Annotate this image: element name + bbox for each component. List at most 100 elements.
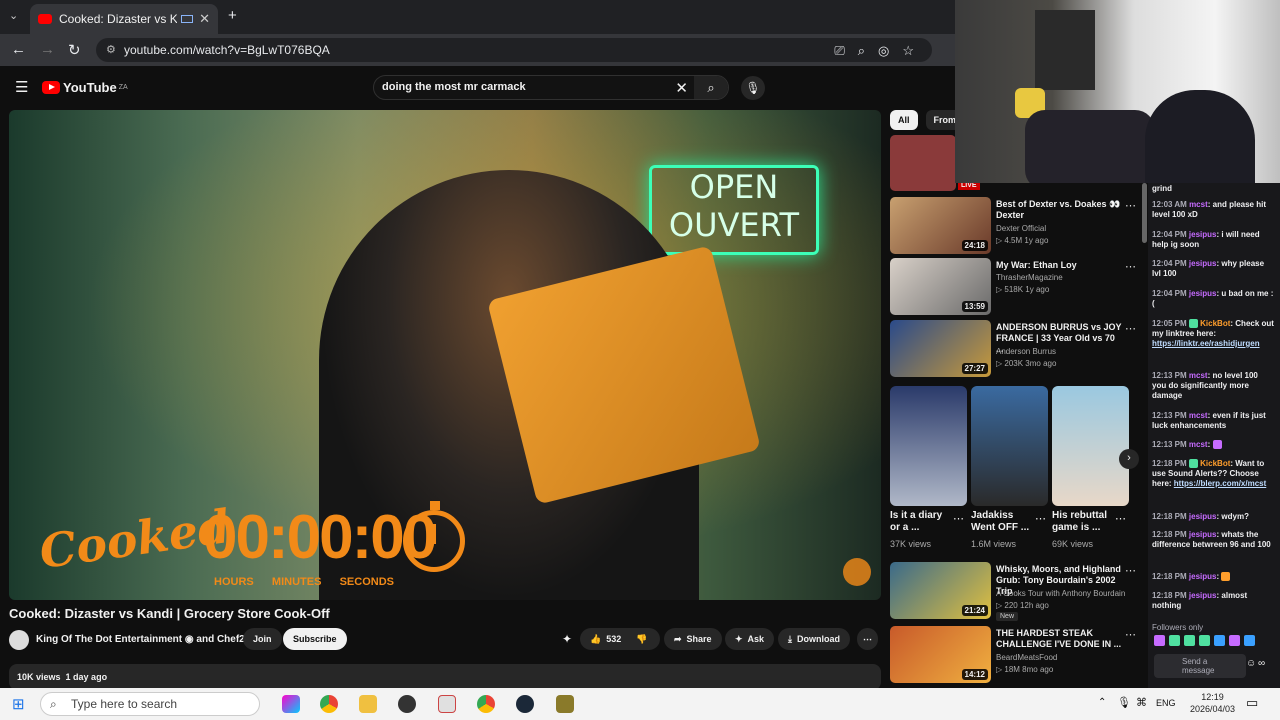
more-icon[interactable]: ⋯ bbox=[1125, 260, 1136, 273]
copilot-icon[interactable] bbox=[282, 695, 300, 713]
short-views: 1.6M views bbox=[971, 539, 1017, 549]
channel-watermark-icon[interactable] bbox=[843, 558, 871, 586]
tab-close-icon[interactable]: ✕ bbox=[199, 11, 210, 27]
live-thumbnail[interactable] bbox=[890, 135, 956, 191]
steam-icon[interactable] bbox=[516, 695, 534, 713]
msg-user[interactable]: jesipus bbox=[1189, 530, 1217, 539]
language-indicator[interactable]: ENG bbox=[1156, 698, 1176, 708]
msg-user[interactable]: jesipus bbox=[1189, 512, 1217, 521]
channel-name[interactable]: King Of The Dot Entertainment ◉ and Chef… bbox=[36, 634, 250, 645]
more-actions-button[interactable]: ⋯ bbox=[857, 628, 878, 650]
msg-ts: 12:18 PM bbox=[1152, 591, 1187, 600]
recommendation-item[interactable]: 24:18 Best of Dexter vs. Doakes 👀 Dexter… bbox=[890, 197, 1146, 255]
msg-user[interactable]: KickBot bbox=[1200, 319, 1230, 328]
reload-icon[interactable]: ↻ bbox=[68, 41, 81, 59]
msg-user[interactable]: KickBot bbox=[1200, 459, 1230, 468]
video-player[interactable]: OPEN OUVERT Cooked 00:00:00 HOURS MINUTE… bbox=[9, 110, 881, 600]
more-icon[interactable]: ⋯ bbox=[1125, 628, 1136, 641]
recommendation-item[interactable]: 27:27 ANDERSON BURRUS vs JOY FRANCE | 33… bbox=[890, 320, 1146, 378]
back-icon[interactable]: ← bbox=[11, 41, 26, 58]
short-title[interactable]: Jadakiss Went OFF ... bbox=[971, 510, 1031, 534]
short-thumbnail[interactable] bbox=[1052, 386, 1129, 506]
more-icon[interactable]: ⋯ bbox=[1125, 322, 1136, 335]
recommendation-item[interactable]: 21:24 Whisky, Moors, and Highland Grub: … bbox=[890, 562, 1146, 620]
forward-icon[interactable]: → bbox=[40, 41, 55, 58]
msg-user[interactable]: jesipus bbox=[1189, 289, 1217, 298]
short-thumbnail[interactable] bbox=[890, 386, 967, 506]
game-icon[interactable] bbox=[556, 695, 574, 713]
more-icon[interactable]: ⋯ bbox=[1035, 512, 1046, 525]
msg-user[interactable]: mcst bbox=[1189, 411, 1208, 420]
network-icon[interactable]: ⌘ bbox=[1136, 696, 1147, 709]
emote-icon[interactable] bbox=[1214, 635, 1225, 646]
windows-start-icon[interactable]: ⊞ bbox=[12, 695, 25, 713]
join-button[interactable]: Join bbox=[243, 628, 282, 650]
search-input[interactable]: doing the most mr carmack ✕ ⌕ bbox=[373, 75, 729, 100]
dislike-icon[interactable]: 👎 bbox=[636, 634, 647, 645]
chrome-icon[interactable] bbox=[320, 695, 338, 713]
chip-all[interactable]: All bbox=[890, 110, 918, 130]
mic-tray-icon[interactable]: 🎙 bbox=[1117, 696, 1131, 709]
short-thumbnail[interactable] bbox=[971, 386, 1048, 506]
msg-user[interactable]: jesipus bbox=[1189, 259, 1217, 268]
snipping-tool-icon[interactable] bbox=[438, 695, 456, 713]
msg-user[interactable]: jesipus bbox=[1189, 572, 1217, 581]
recommendation-item[interactable]: 13:59 My War: Ethan Loy ThrasherMagazine… bbox=[890, 258, 1146, 316]
short-title[interactable]: His rebuttal game is ... bbox=[1052, 510, 1112, 534]
chrome-active-icon[interactable] bbox=[477, 695, 495, 713]
browser-tab-active[interactable]: Cooked: Dizaster vs Kandi | C ✕ bbox=[30, 4, 218, 34]
system-clock[interactable]: 12:19 2026/04/03 bbox=[1190, 691, 1235, 715]
shorts-next-icon[interactable]: › bbox=[1119, 449, 1139, 469]
tray-chevron-icon[interactable]: ⌃ bbox=[1098, 697, 1106, 708]
chat-message-input[interactable]: Send a message bbox=[1154, 654, 1246, 678]
bookmark-star-icon[interactable]: ☆ bbox=[902, 43, 914, 59]
sidebar-scrollbar[interactable] bbox=[1142, 183, 1147, 243]
msg-user[interactable]: jesipus bbox=[1189, 230, 1217, 239]
install-icon[interactable]: ⎚ bbox=[834, 43, 844, 59]
download-button[interactable]: ⤓ Download bbox=[778, 628, 850, 650]
msg-user[interactable]: mcst bbox=[1189, 200, 1208, 209]
file-explorer-icon[interactable] bbox=[359, 695, 377, 713]
ask-button[interactable]: ✦ Ask bbox=[725, 628, 775, 650]
msg-link[interactable]: https://linktr.ee/rashidjurgen bbox=[1152, 339, 1260, 348]
emote-icon[interactable] bbox=[1184, 635, 1195, 646]
notification-icon[interactable]: ▭ bbox=[1246, 695, 1258, 711]
channel-avatar[interactable] bbox=[9, 630, 29, 650]
site-info-icon[interactable]: ⚙ bbox=[106, 43, 116, 56]
like-icon[interactable]: 👍 bbox=[590, 634, 601, 645]
ask-sparkle-icon[interactable]: ✦ bbox=[562, 632, 572, 646]
obs-icon[interactable] bbox=[398, 695, 416, 713]
chat-send-icon[interactable]: ∞ bbox=[1258, 658, 1265, 669]
search-icon[interactable]: ⌕ bbox=[694, 76, 728, 99]
emote-icon[interactable] bbox=[1229, 635, 1240, 646]
address-bar[interactable]: ⚙ youtube.com/watch?v=BgLwT076BQA ⎚ ⌕ ◎ … bbox=[96, 38, 932, 62]
short-title[interactable]: Is it a diary or a ... bbox=[890, 510, 950, 534]
taskbar-search-input[interactable]: ⌕ Type here to search bbox=[40, 692, 260, 716]
more-icon[interactable]: ⋯ bbox=[1125, 564, 1136, 577]
emote-icon[interactable] bbox=[1169, 635, 1180, 646]
more-icon[interactable]: ⋯ bbox=[1125, 199, 1136, 212]
youtube-logo[interactable]: YouTube ZA bbox=[42, 80, 128, 95]
msg-user[interactable]: mcst bbox=[1189, 440, 1208, 449]
emote-icon[interactable] bbox=[1244, 635, 1255, 646]
msg-user[interactable]: jesipus bbox=[1189, 591, 1217, 600]
eye-off-icon[interactable]: ◎ bbox=[878, 43, 889, 59]
new-tab-button[interactable]: + bbox=[228, 7, 237, 24]
menu-icon[interactable]: ☰ bbox=[15, 78, 28, 96]
msg-link[interactable]: https://blerp.com/x/mcst bbox=[1174, 479, 1266, 488]
share-button[interactable]: ➦ Share bbox=[664, 628, 722, 650]
msg-user[interactable]: mcst bbox=[1189, 371, 1208, 380]
description-box[interactable]: 10K views 1 day ago bbox=[9, 664, 881, 690]
emote-picker-icon[interactable]: ☺ bbox=[1246, 658, 1256, 669]
tab-search-icon[interactable]: ⌄ bbox=[9, 9, 18, 22]
subscribe-button[interactable]: Subscribe bbox=[283, 628, 347, 650]
more-icon[interactable]: ⋯ bbox=[1115, 512, 1126, 525]
emote-icon[interactable] bbox=[1154, 635, 1165, 646]
like-count[interactable]: 532 bbox=[606, 634, 621, 644]
emote-icon[interactable] bbox=[1199, 635, 1210, 646]
clear-search-icon[interactable]: ✕ bbox=[675, 79, 688, 97]
zoom-icon[interactable]: ⌕ bbox=[858, 43, 865, 59]
more-icon[interactable]: ⋯ bbox=[953, 512, 964, 525]
recommendation-item[interactable]: 14:12 THE HARDEST STEAK CHALLENGE I'VE D… bbox=[890, 626, 1146, 684]
voice-search-icon[interactable]: 🎙 bbox=[741, 76, 765, 100]
